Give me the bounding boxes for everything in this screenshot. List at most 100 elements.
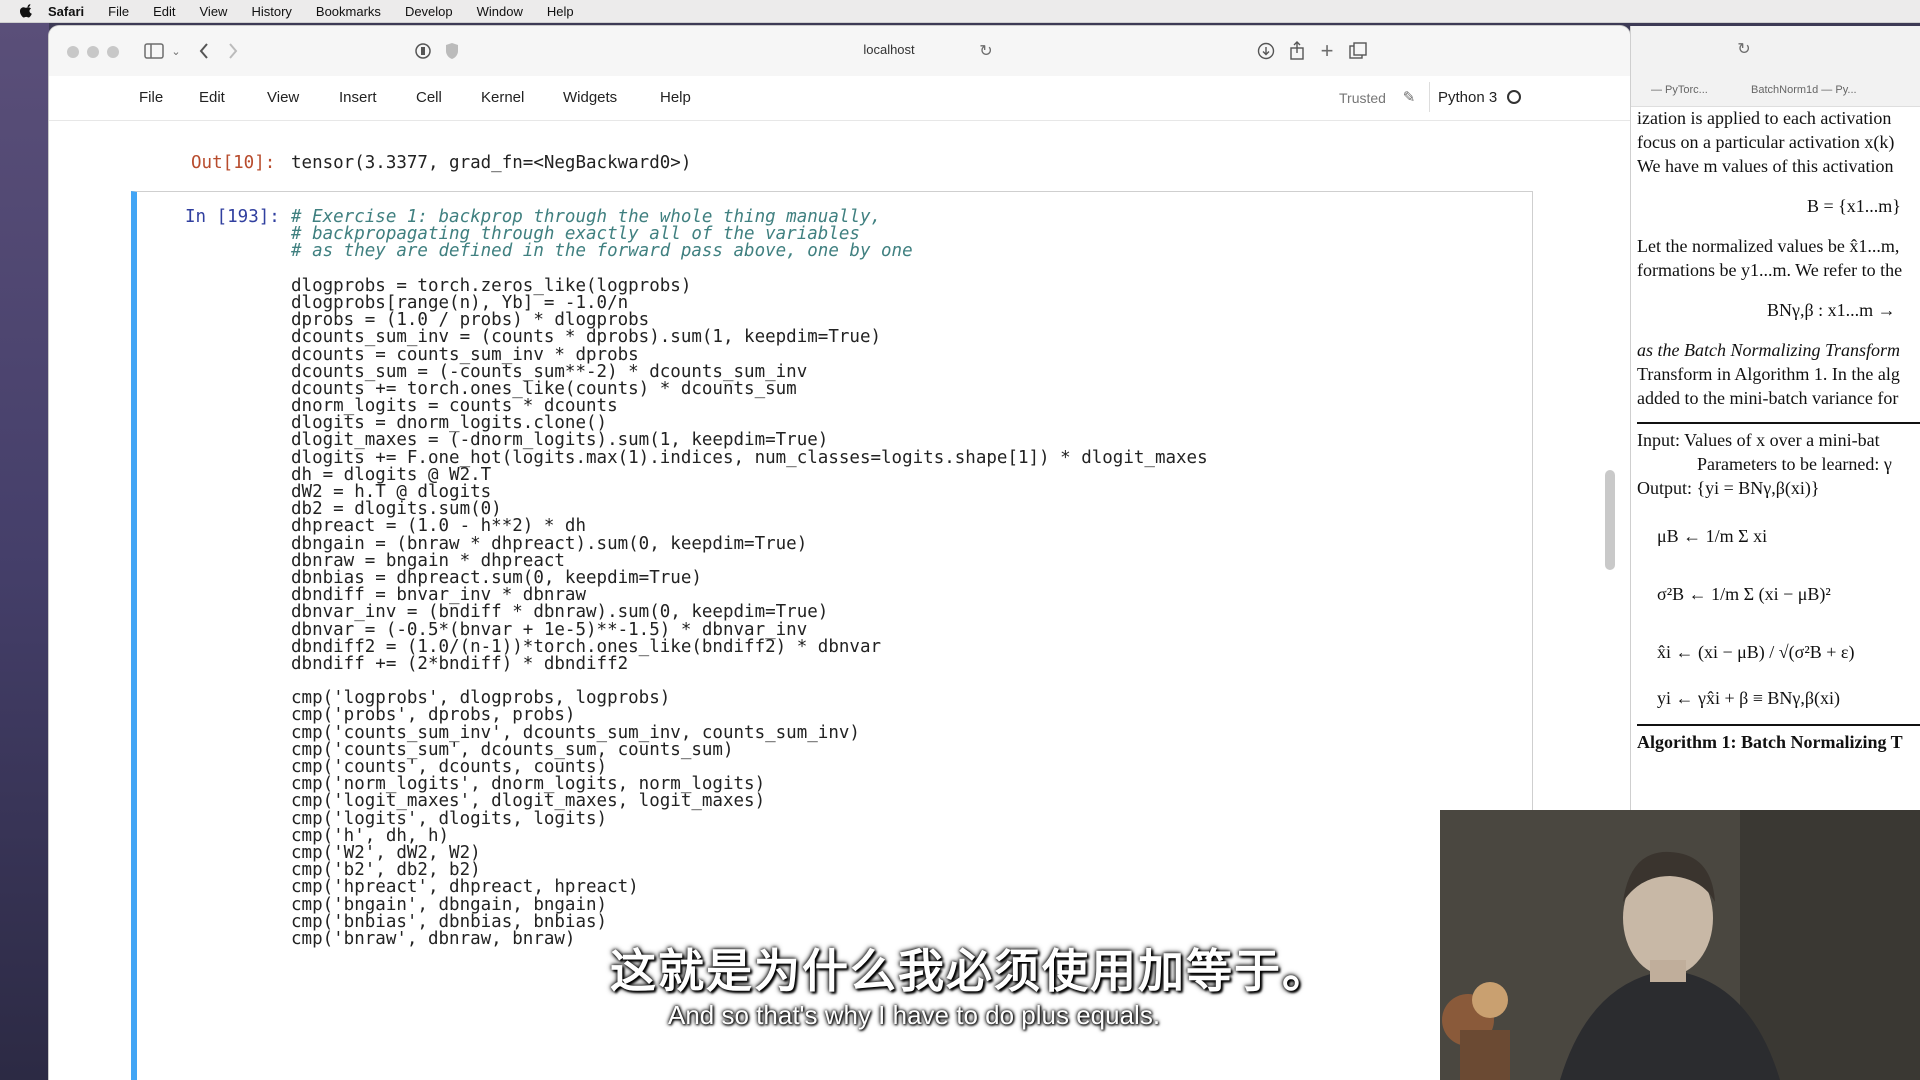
jupyter-menu-help[interactable]: Help: [660, 89, 691, 106]
webcam-presenter-image: [1440, 810, 1920, 1080]
code-line: dlogprobs = torch.zeros_like(logprobs): [291, 275, 692, 296]
code-line: dcounts_sum = (-counts_sum**-2) * dcount…: [291, 361, 808, 382]
tab-overview-icon[interactable]: [1347, 40, 1369, 62]
kernel-status-icon: [1507, 90, 1522, 104]
close-window-button[interactable]: [67, 46, 79, 58]
pdf-line: as the Batch Normalizing Transform: [1637, 340, 1901, 360]
code-line: dcounts = counts_sum_inv * dprobs: [291, 344, 639, 365]
pdf-algo-output: Output: {yi = BNγ,β(xi)}: [1637, 478, 1820, 498]
jupyter-menu-bar: File Edit View Insert Cell Kernel Widget…: [49, 76, 1630, 121]
pdf-formula: μB ← 1/m Σ xi: [1657, 526, 1768, 546]
code-line: dlogprobs[range(n), Yb] = -1.0/n: [291, 292, 629, 313]
code-line: dprobs = (1.0 / probs) * dlogprobs: [291, 310, 650, 331]
privacy-report-icon[interactable]: [412, 40, 434, 62]
code-line: cmp('probs', dprobs, probs): [291, 705, 576, 726]
code-line: dbngain = (bnraw * dhpreact).sum(0, keep…: [291, 533, 808, 554]
code-line: db2 = dlogits.sum(0): [291, 499, 502, 520]
output-text: tensor(3.3377, grad_fn=<NegBackward0>): [291, 153, 692, 173]
menu-file[interactable]: File: [108, 4, 129, 19]
reload-icon[interactable]: ↻: [975, 40, 997, 62]
pdf-tab-pytorch[interactable]: — PyTorc...: [1651, 84, 1708, 96]
code-line: dbnvar = (-0.5*(bnvar + 1e-5)**-1.5) * d…: [291, 619, 808, 640]
new-tab-icon[interactable]: +: [1316, 38, 1338, 63]
menu-help[interactable]: Help: [547, 4, 574, 19]
code-line: cmp('bngain', dbngain, bngain): [291, 894, 608, 915]
code-line: dW2 = h.T @ dlogits: [291, 482, 492, 502]
pdf-line: ization is applied to each activation: [1637, 108, 1892, 128]
pdf-algo-params: Parameters to be learned: γ: [1697, 454, 1892, 474]
menu-view[interactable]: View: [200, 4, 228, 19]
code-line: # as they are defined in the forward pas…: [291, 241, 913, 262]
pdf-algo-input: Input: Values of x over a mini-bat: [1637, 430, 1880, 450]
code-line: cmp('counts', dcounts, counts): [291, 757, 608, 777]
jupyter-menu-widgets[interactable]: Widgets: [563, 89, 617, 106]
code-line: dlogits += F.one_hot(logits.max(1).indic…: [291, 447, 1208, 468]
menu-develop[interactable]: Develop: [405, 4, 453, 19]
code-line: cmp('b2', db2, b2): [291, 860, 481, 881]
forward-icon[interactable]: [222, 40, 244, 62]
code-line: dlogit_maxes = (-dnorm_logits).sum(1, ke…: [291, 430, 829, 451]
code-line: # backpropagating through exactly all of…: [291, 224, 860, 245]
minimize-window-button[interactable]: [87, 46, 99, 58]
pdf-formula: σ²B ← 1/m Σ (xi − μB)²: [1657, 584, 1831, 604]
jupyter-menu-edit[interactable]: Edit: [199, 89, 225, 106]
code-line: cmp('counts_sum_inv', dcounts_sum_inv, c…: [291, 722, 860, 743]
menu-app-safari[interactable]: Safari: [48, 4, 84, 19]
code-line: dbnbias = dhpreact.sum(0, keepdim=True): [291, 567, 702, 588]
pdf-line: Transform in Algorithm 1. In the alg: [1637, 364, 1900, 384]
apple-icon[interactable]: [20, 4, 34, 18]
code-line: cmp('logit_maxes', dlogit_maxes, logit_m…: [291, 791, 766, 812]
code-line: cmp('hpreact', dhpreact, hpreact): [291, 877, 639, 898]
jupyter-menu-cell[interactable]: Cell: [416, 89, 442, 106]
code-line: dbndiff2 = (1.0/(n-1))*torch.ones_like(b…: [291, 636, 882, 657]
input-prompt: In [193]:: [185, 207, 280, 227]
pdf-reload-icon[interactable]: ↻: [1733, 38, 1755, 60]
pdf-formula: x̂i ← (xi − μB) / √(σ²B + ε): [1657, 642, 1855, 662]
menu-bookmarks[interactable]: Bookmarks: [316, 4, 381, 19]
pdf-formula: yi ← γx̂i + β ≡ BNγ,β(xi): [1657, 688, 1841, 708]
subtitle-english: And so that's why I have to do plus equa…: [668, 1000, 1161, 1030]
code-line: cmp('norm_logits', dnorm_logits, norm_lo…: [291, 774, 766, 795]
trusted-indicator[interactable]: Trusted: [1339, 90, 1386, 106]
jupyter-menu-view[interactable]: View: [267, 89, 299, 106]
share-icon[interactable]: [1286, 40, 1308, 62]
menu-edit[interactable]: Edit: [153, 4, 175, 19]
code-editor[interactable]: # Exercise 1: backprop through the whole…: [291, 207, 1208, 949]
webcam-overlay: [1440, 810, 1920, 1080]
code-line: cmp('logits', dlogits, logits): [291, 808, 608, 829]
jupyter-menu-file[interactable]: File: [139, 89, 163, 106]
sidebar-toggle-icon[interactable]: [143, 40, 165, 62]
back-icon[interactable]: [193, 40, 215, 62]
code-line: # Exercise 1: backprop through the whole…: [291, 207, 882, 227]
shield-icon[interactable]: [441, 40, 463, 62]
menu-history[interactable]: History: [251, 4, 291, 19]
downloads-icon[interactable]: [1255, 40, 1277, 62]
menu-window[interactable]: Window: [477, 4, 523, 19]
zoom-window-button[interactable]: [107, 46, 119, 58]
code-line: dlogits = dnorm_logits.clone(): [291, 413, 608, 434]
pdf-line: added to the mini-batch variance for: [1637, 388, 1899, 408]
code-line: cmp('h', dh, h): [291, 825, 450, 846]
pdf-line: formations be y1...m. We refer to the: [1637, 260, 1903, 280]
code-line: dcounts_sum_inv = (counts * dprobs).sum(…: [291, 327, 882, 348]
jupyter-menu-insert[interactable]: Insert: [339, 89, 377, 106]
code-line: dbnvar_inv = (bndiff * dbnraw).sum(0, ke…: [291, 602, 829, 623]
chevron-down-icon[interactable]: ⌄: [165, 40, 187, 62]
code-line: dhpreact = (1.0 - h**2) * dh: [291, 516, 587, 537]
code-line: dcounts += torch.ones_like(counts) * dco…: [291, 378, 797, 399]
jupyter-menu-kernel[interactable]: Kernel: [481, 89, 524, 106]
subtitle-chinese: 这就是为什么我必须使用加等于。: [610, 944, 1330, 998]
kernel-indicator[interactable]: Python 3: [1429, 82, 1538, 112]
pdf-line: We have m values of this activation: [1637, 156, 1894, 176]
pdf-page-text: ization is applied to each activation fo…: [1637, 106, 1920, 754]
notebook-scrollbar[interactable]: [1605, 470, 1615, 570]
edit-pencil-icon[interactable]: ✎: [1398, 86, 1420, 108]
kernel-name: Python 3: [1438, 88, 1498, 106]
pdf-algorithm-title: Algorithm 1: Batch Normalizing T: [1637, 724, 1920, 754]
pdf-toolbar: ↻ — PyTorc... BatchNorm1d — Py...: [1631, 26, 1920, 107]
pdf-tab-batchnorm[interactable]: BatchNorm1d — Py...: [1751, 84, 1857, 96]
pdf-equation: B = {x1...m}: [1807, 196, 1901, 216]
safari-window: ⌄ localhost ↻ + File Edit View Insert Ce…: [49, 26, 1630, 1080]
desktop-wallpaper: [0, 23, 49, 1080]
